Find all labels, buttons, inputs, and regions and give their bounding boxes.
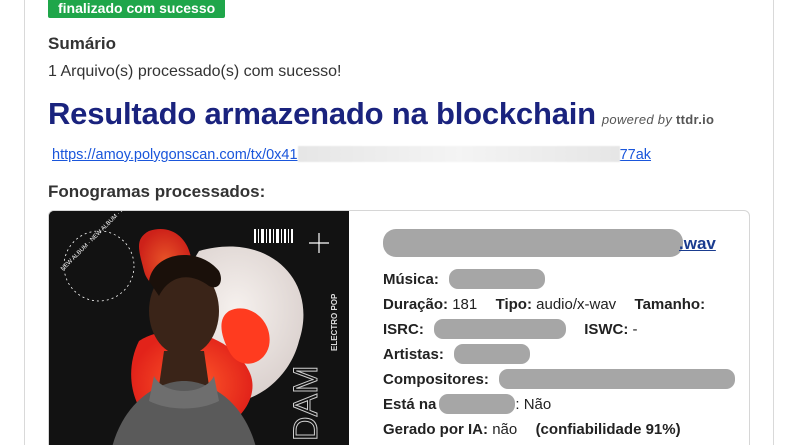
cover-side-text: ELECTRO POP	[330, 293, 339, 351]
album-cover: DAM ELECTRO POP NEW ALBUM · NEW ALBUM · …	[49, 211, 349, 445]
isrc-row: ISRC: ISWC: -	[383, 317, 749, 342]
gerado-label: Gerado por IA:	[383, 421, 489, 438]
fonograma-card: DAM ELECTRO POP NEW ALBUM · NEW ALBUM · …	[48, 210, 750, 445]
tipo-label: Tipo:	[495, 296, 532, 313]
esta-na-label: Está na	[383, 396, 437, 413]
artistas-label: Artistas:	[383, 346, 444, 363]
powered-by-brand: ttdr.io	[676, 112, 715, 127]
transaction-link[interactable]: https://amoy.polygonscan.com/tx/0x41 77ak	[52, 146, 651, 163]
powered-by-prefix: powered by	[601, 112, 673, 127]
redacted-artistas	[453, 344, 530, 364]
tamanho-label: Tamanho:	[634, 296, 706, 313]
iswc-label: ISWC:	[584, 321, 629, 338]
cover-bottom-text: DAM	[287, 365, 325, 441]
tipo-value: audio/x-wav	[536, 296, 617, 313]
album-cover-art: DAM ELECTRO POP NEW ALBUM · NEW ALBUM · …	[49, 211, 349, 445]
artistas-row: Artistas:	[383, 342, 749, 367]
esta-na-value: : Não	[515, 396, 552, 413]
compositores-row: Compositores:	[383, 367, 749, 392]
gerado-value: não	[492, 421, 518, 438]
esta-na-row: Está na : Não	[383, 392, 749, 417]
status-badge: finalizado com sucesso	[48, 0, 226, 18]
result-title: Resultado armazenado na blockchain powere…	[48, 96, 714, 132]
summary-text: 1 Arquivo(s) processado(s) com sucesso!	[48, 63, 342, 80]
file-name-row: .wav	[383, 229, 749, 259]
transaction-link-suffix: 77ak	[619, 147, 652, 163]
duracao-row: Duração: 181 Tipo: audio/x-wav Tamanho:	[383, 292, 749, 317]
iswc-value: -	[632, 321, 638, 338]
musica-row: Música:	[383, 267, 749, 292]
redacted-filename	[383, 229, 683, 257]
compositores-label: Compositores:	[383, 371, 489, 388]
gerado-row: Gerado por IA: não (confiabilidade 91%)	[383, 417, 749, 442]
result-title-text: Resultado armazenado na blockchain	[48, 96, 596, 131]
redacted-esta-na	[439, 394, 516, 414]
powered-by: powered by ttdr.io	[602, 112, 714, 127]
file-name-link[interactable]: .wav	[679, 234, 716, 253]
summary-title: Sumário	[48, 34, 117, 53]
redacted-compositores	[498, 369, 735, 389]
duracao-label: Duração:	[383, 296, 449, 313]
confiabilidade-text: (confiabilidade 91%)	[535, 421, 681, 438]
duracao-value: 181	[452, 296, 478, 313]
transaction-link-prefix: https://amoy.polygonscan.com/tx/0x41	[52, 147, 298, 163]
fonograma-info: .wav Música: Duração: 181 Tipo: audio/x-…	[383, 229, 749, 442]
musica-label: Música:	[383, 271, 439, 288]
isrc-label: ISRC:	[383, 321, 424, 338]
redacted-isrc	[433, 319, 566, 339]
fonogramas-title: Fonogramas processados:	[48, 182, 266, 201]
redacted-hash	[297, 146, 620, 162]
redacted-musica	[448, 269, 545, 289]
